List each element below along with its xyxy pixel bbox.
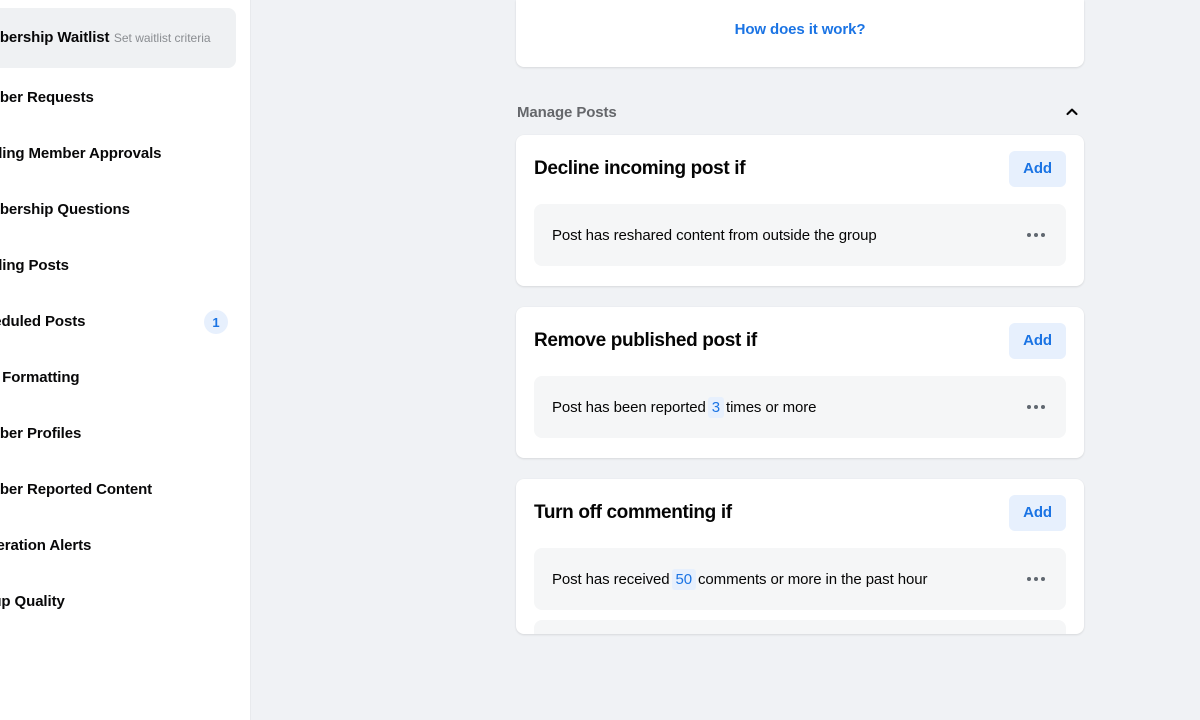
sidebar-item-text: Group Quality: [0, 592, 228, 612]
sidebar-item-text: Member Requests: [0, 88, 228, 108]
sidebar-item-text: Pending Posts: [0, 256, 228, 276]
sidebar-item-pending-posts[interactable]: Pending Posts: [0, 240, 236, 292]
add-button[interactable]: Add: [1009, 151, 1066, 187]
ellipsis-icon[interactable]: [1022, 393, 1050, 421]
main-content: How does it work? Manage Posts Decline i…: [251, 0, 1200, 720]
sidebar-item-pending-member-approvals[interactable]: Pending Member Approvals: [0, 128, 236, 180]
rule-title: Remove published post if: [534, 330, 757, 351]
condition-row-partial[interactable]: [534, 620, 1066, 634]
sidebar-item-label: Membership Questions: [0, 201, 130, 218]
sidebar-item-badge: 1: [204, 310, 228, 334]
how-does-it-work-link[interactable]: How does it work?: [735, 21, 866, 38]
condition-row[interactable]: Post has been reported 3 times or more: [534, 376, 1066, 438]
condition-prefix: Post has been reported: [552, 398, 706, 416]
sidebar-item-scheduled-posts[interactable]: Scheduled Posts 1: [0, 296, 236, 348]
rule-card-decline-incoming-post: Decline incoming post if Add Post has re…: [516, 135, 1084, 286]
sidebar-item-membership-waitlist[interactable]: Membership Waitlist Set waitlist criteri…: [0, 8, 236, 68]
add-button[interactable]: Add: [1009, 323, 1066, 359]
sidebar-item-text: Pending Member Approvals: [0, 144, 228, 164]
rule-card-turn-off-commenting: Turn off commenting if Add Post has rece…: [516, 479, 1084, 634]
sidebar-item-label: Member Requests: [0, 89, 94, 106]
rule-header: Remove published post if Add: [534, 323, 1066, 359]
sidebar-item-label: Member Reported Content: [0, 481, 153, 498]
condition-text: Post has received 50 comments or more in t…: [552, 568, 928, 590]
ellipsis-icon[interactable]: [1022, 565, 1050, 593]
chevron-up-icon[interactable]: [1062, 102, 1082, 122]
condition-value-token[interactable]: 50: [671, 568, 697, 590]
section-title: Manage Posts: [517, 103, 617, 121]
sidebar-item-group-quality[interactable]: Group Quality: [0, 576, 236, 628]
manage-posts-section-header[interactable]: Manage Posts: [516, 89, 1084, 135]
sidebar-item-text: Post Formatting: [0, 368, 228, 388]
condition-suffix: comments or more in the past hour: [698, 570, 928, 588]
condition-row[interactable]: Post has received 50 comments or more in t…: [534, 548, 1066, 610]
sidebar-item-label: Moderation Alerts: [0, 537, 92, 554]
sidebar-item-label: Group Quality: [0, 593, 65, 610]
condition-prefix: Post has received: [552, 570, 670, 588]
condition-prefix: Post has reshared content from outside t…: [552, 226, 877, 244]
sidebar-item-label: Pending Posts: [0, 257, 69, 274]
sidebar-item-moderation-alerts[interactable]: Moderation Alerts: [0, 520, 236, 572]
sidebar-item-label: Member Profiles: [0, 425, 82, 442]
sidebar-item-label: Pending Member Approvals: [0, 145, 162, 162]
admin-tools-sidebar: Membership Waitlist Set waitlist criteri…: [0, 0, 251, 720]
condition-text: Post has been reported 3 times or more: [552, 396, 817, 418]
condition-row[interactable]: Post has reshared content from outside t…: [534, 204, 1066, 266]
sidebar-item-member-reported-content[interactable]: Member Reported Content: [0, 464, 236, 516]
sidebar-item-text: Membership Waitlist Set waitlist criteri…: [0, 28, 228, 48]
sidebar-item-text: Scheduled Posts: [0, 312, 192, 332]
sidebar-item-member-profiles[interactable]: Member Profiles: [0, 408, 236, 460]
app-screen: Membership Waitlist Set waitlist criteri…: [0, 0, 1200, 720]
rule-title: Decline incoming post if: [534, 158, 746, 179]
sidebar-item-text: Member Reported Content: [0, 480, 228, 500]
sidebar-item-label: Membership Waitlist: [0, 29, 110, 46]
sidebar-item-member-requests[interactable]: Member Requests: [0, 72, 236, 124]
sidebar-item-post-formatting[interactable]: Post Formatting: [0, 352, 236, 404]
settings-column: How does it work? Manage Posts Decline i…: [516, 0, 1084, 655]
sidebar-item-text: Member Profiles: [0, 424, 228, 444]
sidebar-item-text: Moderation Alerts: [0, 536, 228, 556]
sidebar-item-label: Post Formatting: [0, 369, 80, 386]
condition-text: Post has reshared content from outside t…: [552, 225, 877, 246]
rule-header: Turn off commenting if Add: [534, 495, 1066, 531]
add-button[interactable]: Add: [1009, 495, 1066, 531]
rule-card-remove-published-post: Remove published post if Add Post has be…: [516, 307, 1084, 458]
sidebar-item-text: Membership Questions: [0, 200, 228, 220]
sidebar-item-membership-questions[interactable]: Membership Questions: [0, 184, 236, 236]
how-it-works-card: How does it work?: [516, 0, 1084, 67]
sidebar-nav-list: Membership Waitlist Set waitlist criteri…: [0, 0, 240, 632]
condition-value-token[interactable]: 3: [707, 396, 724, 418]
rule-title: Turn off commenting if: [534, 502, 732, 523]
condition-suffix: times or more: [726, 398, 817, 416]
rule-header: Decline incoming post if Add: [534, 151, 1066, 187]
sidebar-item-label: Scheduled Posts: [0, 313, 86, 330]
ellipsis-icon[interactable]: [1022, 221, 1050, 249]
sidebar-item-sublabel: Set waitlist criteria: [113, 31, 211, 45]
